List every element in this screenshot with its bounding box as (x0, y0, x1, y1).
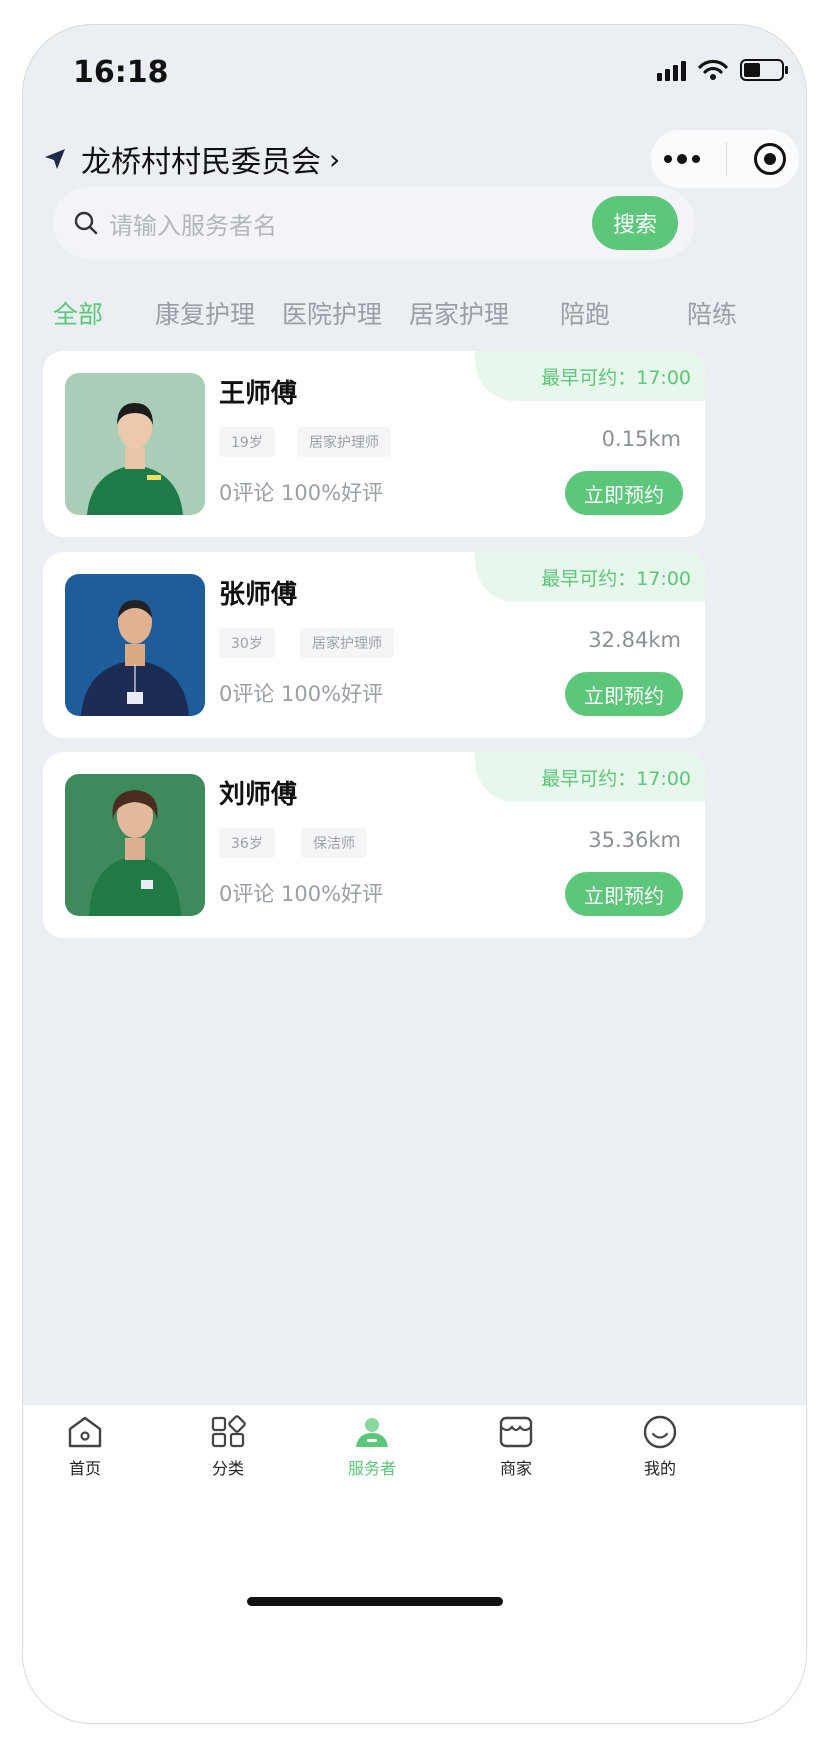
more-icon[interactable] (664, 153, 701, 164)
close-miniprogram-icon[interactable] (753, 143, 786, 175)
nav-category[interactable]: 分类 (178, 1415, 278, 1479)
nav-label: 服务者 (347, 1459, 396, 1478)
age-tag: 36岁 (219, 828, 275, 858)
review-summary: 0评论 100%好评 (219, 682, 384, 706)
category-tabs: 全部 康复护理 医院护理 居家护理 陪跑 陪练 (53, 295, 806, 335)
worker-card[interactable]: 最早可约：17:00 张师傅 30岁 居家护理师 32.84km 0评论 100… (43, 552, 705, 738)
worker-name: 王师傅 (219, 379, 298, 409)
tab-running-companion[interactable]: 陪跑 (560, 295, 610, 331)
nav-label: 分类 (211, 1459, 244, 1478)
search-button[interactable]: 搜索 (592, 196, 678, 250)
tab-hospital-care[interactable]: 医院护理 (282, 295, 382, 331)
distance-text: 35.36km (588, 828, 681, 852)
availability-text: 最早可约：17:00 (541, 366, 691, 389)
tab-all[interactable]: 全部 (53, 295, 103, 331)
profile-icon (643, 1415, 677, 1449)
nav-label: 我的 (643, 1459, 676, 1478)
location-title: 龙桥村村民委员会 (81, 145, 321, 180)
tab-rehab-care[interactable]: 康复护理 (155, 295, 255, 331)
worker-name: 刘师傅 (219, 780, 298, 810)
home-indicator[interactable] (247, 1597, 503, 1606)
worker-card[interactable]: 最早可约：17:00 刘师傅 36岁 保洁师 35.36km 0评论 100%好… (43, 752, 705, 938)
status-bar: 16:18 (23, 25, 806, 125)
category-icon (211, 1415, 246, 1448)
review-summary: 0评论 100%好评 (219, 481, 384, 505)
book-now-button[interactable]: 立即预约 (565, 672, 683, 716)
nav-label: 商家 (499, 1459, 532, 1478)
navigation-arrow-icon (45, 149, 65, 169)
status-icons (657, 59, 788, 81)
worker-card[interactable]: 最早可约：17:00 王师傅 19岁 居家护理师 0.15km 0评论 100%… (43, 351, 705, 537)
availability-banner: 最早可约：17:00 (475, 552, 705, 602)
availability-text: 最早可约：17:00 (541, 767, 691, 790)
bottom-tab-bar: 首页 分类 服务者 商家 我的 (23, 1405, 806, 1501)
home-icon (68, 1416, 102, 1448)
nav-label: 首页 (68, 1459, 101, 1478)
worker-name: 张师傅 (219, 580, 298, 610)
miniprogram-capsule (650, 129, 800, 189)
chevron-right-icon: › (329, 142, 341, 176)
search-input[interactable]: 请输入服务者名 (109, 206, 277, 241)
review-summary: 0评论 100%好评 (219, 882, 384, 906)
wifi-icon (698, 59, 728, 80)
availability-banner: 最早可约：17:00 (475, 752, 705, 802)
battery-icon (740, 59, 788, 81)
signal-icon (657, 59, 686, 81)
book-now-button[interactable]: 立即预约 (565, 872, 683, 916)
distance-text: 0.15km (601, 427, 681, 451)
worker-photo (65, 574, 205, 716)
tab-home-care[interactable]: 居家护理 (409, 295, 509, 331)
nav-workers[interactable]: 服务者 (322, 1415, 422, 1479)
distance-text: 32.84km (588, 628, 681, 652)
tab-training-companion[interactable]: 陪练 (687, 295, 737, 331)
worker-photo (65, 774, 205, 916)
nav-store[interactable]: 商家 (466, 1415, 566, 1479)
role-tag: 居家护理师 (297, 427, 391, 457)
phone-screen: 16:18 龙桥村村民委员会 › 请输入服务者名 搜索 全部 康复护理 医院护理… (22, 24, 807, 1724)
search-bar[interactable]: 请输入服务者名 搜索 (53, 187, 695, 259)
availability-text: 最早可约：17:00 (541, 567, 691, 590)
status-time: 16:18 (73, 55, 169, 90)
search-icon (74, 211, 98, 235)
nav-profile[interactable]: 我的 (610, 1415, 710, 1479)
nav-home[interactable]: 首页 (35, 1415, 135, 1479)
location-selector[interactable]: 龙桥村村民委员会 › (43, 137, 340, 181)
store-icon (499, 1416, 533, 1448)
age-tag: 30岁 (219, 628, 275, 658)
home-area (23, 1501, 806, 1723)
worker-photo (65, 373, 205, 515)
age-tag: 19岁 (219, 427, 275, 457)
role-tag: 居家护理师 (300, 628, 394, 658)
availability-banner: 最早可约：17:00 (475, 351, 705, 401)
role-tag: 保洁师 (301, 828, 367, 858)
worker-icon (356, 1418, 388, 1447)
book-now-button[interactable]: 立即预约 (565, 471, 683, 515)
